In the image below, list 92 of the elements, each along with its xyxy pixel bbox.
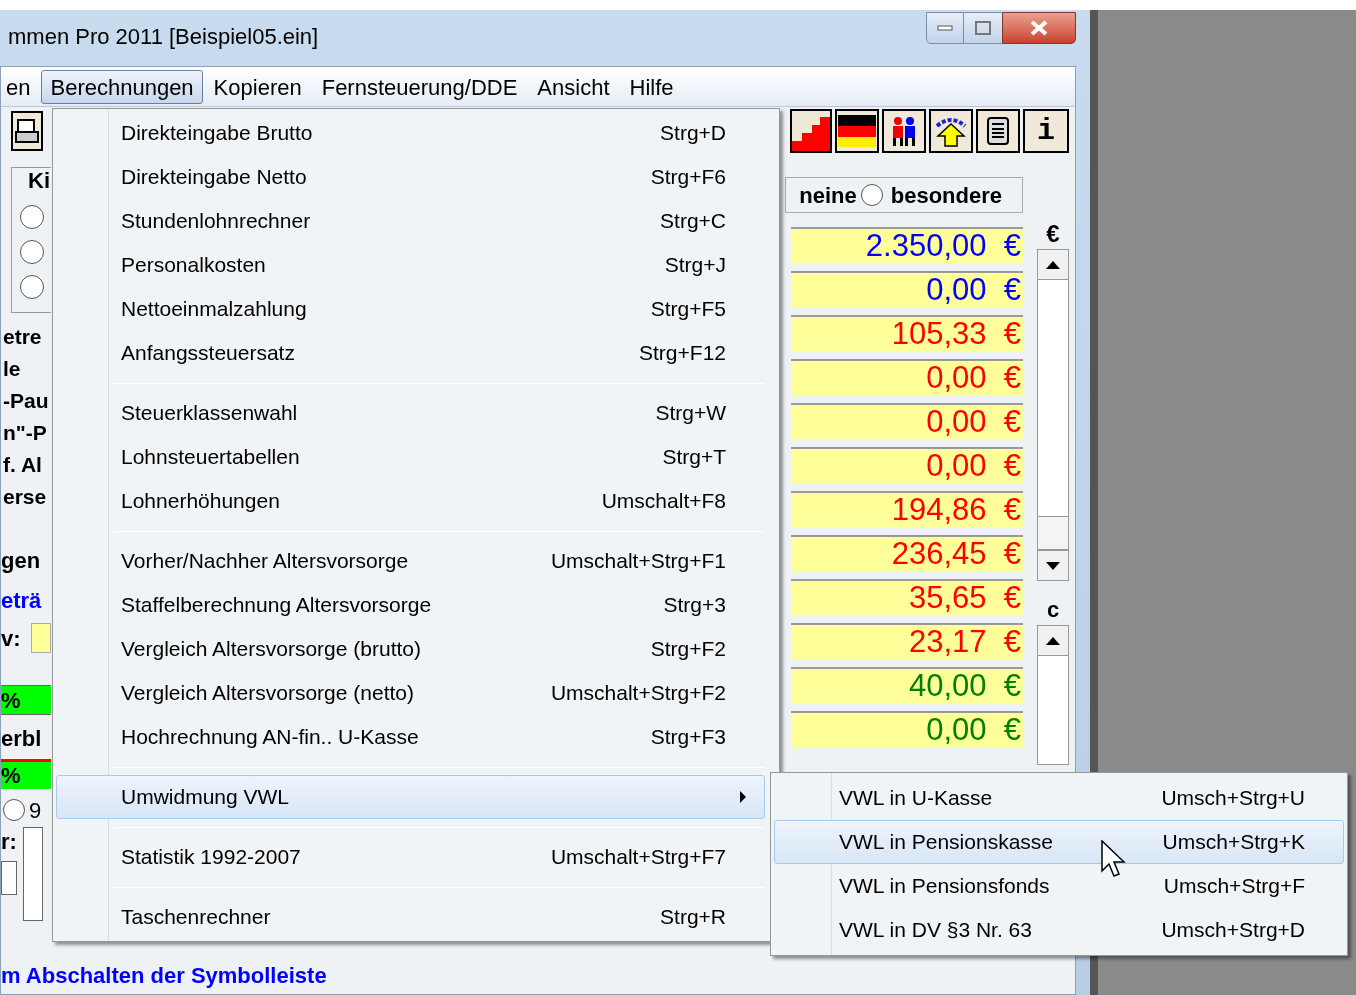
value-text: 0,00 €: [926, 405, 1021, 439]
form-label: f. Al: [3, 452, 43, 478]
menu-item[interactable]: Kopieren: [204, 69, 311, 104]
group-label: Ki: [28, 168, 51, 194]
form-label: erbl: [1, 725, 43, 753]
form-label: v:: [1, 624, 21, 653]
value-text: 194,86 €: [891, 493, 1021, 527]
menu-item[interactable]: Hilfe: [620, 69, 683, 104]
value-text: 23,17 €: [908, 625, 1021, 659]
menu-item[interactable]: Anfangssteuersatz Strg+F12: [56, 331, 765, 375]
menu-item[interactable]: VWL in DV §3 Nr. 63 Umsch+Strg+D: [774, 908, 1344, 952]
unit-label: €: [1046, 219, 1060, 249]
menu-item[interactable]: Ansicht: [528, 69, 619, 104]
value-text: 2.350,00 €: [865, 229, 1021, 263]
menu-item[interactable]: Staffelberechnung Altersvorsorge Strg+3: [56, 583, 765, 627]
printer-icon: [15, 118, 39, 144]
menu-item[interactable]: VWL in U-Kasse Umsch+Strg+U: [774, 776, 1344, 820]
menu-item[interactable]: VWL in Pensionsfonds Umsch+Strg+F: [774, 864, 1344, 908]
scroll-up-button[interactable]: [1038, 250, 1068, 280]
scroll-thumb[interactable]: [1038, 516, 1068, 550]
mouse-pointer-icon: [1101, 840, 1127, 878]
menu-item[interactable]: Nettoeinmalzahlung Strg+F5: [56, 287, 765, 331]
value-text: 0,00 €: [926, 273, 1021, 307]
menu-item[interactable]: Taschenrechner Strg+R: [56, 895, 765, 939]
percent-bar: %: [1, 759, 51, 789]
status-text: m Abschalten der Symbolleiste: [1, 961, 327, 990]
menu-item[interactable]: Fernsteuerung/DDE: [312, 69, 527, 104]
percent-bar: %: [1, 685, 51, 715]
form-label: n"-P: [3, 420, 48, 446]
value-text: 0,00 €: [926, 449, 1021, 483]
form-label: erse: [3, 484, 48, 510]
input-field[interactable]: [1, 861, 17, 895]
radio-label: 9: [29, 796, 42, 825]
menu-item[interactable]: Direkteingabe Brutto Strg+D: [56, 111, 765, 155]
info-button[interactable]: i: [1023, 109, 1069, 153]
maximize-icon: [975, 21, 991, 35]
radio-button[interactable]: [20, 240, 44, 264]
value-text: 35,65 €: [908, 581, 1021, 615]
people-button[interactable]: [882, 109, 926, 153]
value-text: 0,00 €: [926, 713, 1021, 747]
form-label: -Pau: [3, 388, 50, 414]
menu-item[interactable]: VWL in Pensionskasse Umsch+Strg+K: [774, 820, 1344, 864]
scrollbar[interactable]: [1037, 625, 1069, 765]
close-icon: [1029, 20, 1049, 36]
close-button[interactable]: [1002, 12, 1076, 44]
stairs-icon: [792, 115, 830, 151]
value-text: 236,45 €: [891, 537, 1021, 571]
flag-button[interactable]: [835, 109, 879, 153]
stairs-button[interactable]: [790, 109, 832, 153]
input-field[interactable]: [30, 623, 51, 653]
form-label: le: [3, 356, 22, 382]
scrollbar[interactable]: [1037, 249, 1069, 581]
menu-item[interactable]: Vergleich Altersvorsorge (netto) Umschalt+Strg+F2: [56, 671, 765, 715]
radio-button[interactable]: [20, 275, 44, 299]
radio-label: neine: [799, 181, 857, 210]
menu-item[interactable]: Statistik 1992-2007 Umschalt+Strg+F7: [56, 835, 765, 879]
flag-icon: [838, 115, 876, 147]
minimize-button[interactable]: [926, 12, 964, 44]
form-label: gen: [1, 547, 42, 575]
menu-item[interactable]: Hochrechnung AN-fin.. U-Kasse Strg+F3: [56, 715, 765, 759]
menu-item[interactable]: en: [0, 69, 40, 104]
text-area[interactable]: [23, 827, 43, 921]
menu-item[interactable]: Lohnsteuertabellen Strg+T: [56, 435, 765, 479]
radio-button[interactable]: [3, 799, 25, 821]
form-label: etre: [3, 324, 43, 350]
printer-button[interactable]: [11, 111, 43, 151]
menu-item[interactable]: Lohnerhöhungen Umschalt+F8: [56, 479, 765, 523]
value-text: 0,00 €: [926, 361, 1021, 395]
menu-item[interactable]: Umwidmung VWL: [56, 775, 765, 819]
menu-item[interactable]: Direkteingabe Netto Strg+F6: [56, 155, 765, 199]
unit-label: c: [1046, 596, 1060, 624]
upload-button[interactable]: [929, 109, 973, 153]
radio-button[interactable]: [20, 205, 44, 229]
minimize-icon: [937, 25, 953, 31]
window-title: mmen Pro 2011 [Beispiel05.ein]: [8, 22, 319, 51]
link[interactable]: eträ: [1, 585, 51, 617]
radio-label: besondere: [890, 181, 1002, 210]
menu-item[interactable]: Steuerklassenwahl Strg+W: [56, 391, 765, 435]
menu-item[interactable]: Berechnungen: [41, 69, 203, 104]
scroll-up-button[interactable]: [1038, 626, 1068, 656]
calculator-button[interactable]: [976, 109, 1020, 153]
menu-item[interactable]: Personalkosten Strg+J: [56, 243, 765, 287]
menu-item[interactable]: Stundenlohnrechner Strg+C: [56, 199, 765, 243]
scroll-down-button[interactable]: [1038, 550, 1068, 580]
menu-item[interactable]: Vergleich Altersvorsorge (brutto) Strg+F2: [56, 627, 765, 671]
maximize-button[interactable]: [964, 12, 1002, 44]
menu-item[interactable]: Vorher/Nachher Altersvorsorge Umschalt+Strg+F1: [56, 539, 765, 583]
value-text: 105,33 €: [891, 317, 1021, 351]
radio-button[interactable]: [860, 184, 883, 206]
form-label: r:: [1, 828, 17, 856]
value-text: 40,00 €: [908, 669, 1021, 703]
submenu-arrow-icon: [740, 791, 746, 803]
